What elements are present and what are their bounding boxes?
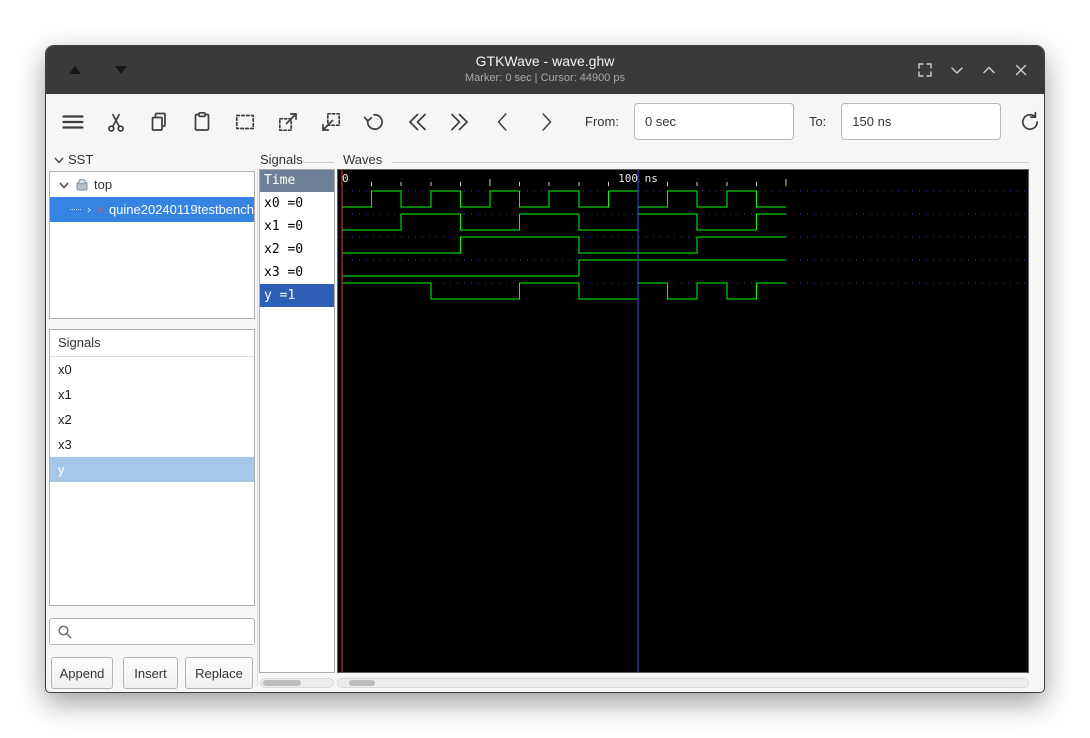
signal-picker-header: Signals — [50, 330, 254, 357]
copy-icon — [151, 112, 166, 131]
prev-edge-button[interactable] — [489, 108, 517, 136]
fit-icon — [918, 63, 932, 77]
replace-button[interactable]: Replace — [185, 657, 253, 689]
scrollbar-thumb[interactable] — [349, 680, 375, 686]
chevron-up-icon — [983, 66, 995, 74]
to-label: To: — [808, 114, 827, 129]
menu-button[interactable] — [59, 108, 87, 136]
signal-item-x0[interactable]: x0 — [50, 357, 254, 382]
chevron-down-icon — [951, 67, 963, 74]
search-input[interactable] — [78, 618, 254, 645]
tree-guide-line — [70, 209, 81, 210]
signal-item-x1[interactable]: x1 — [50, 382, 254, 407]
pane-divider — [257, 169, 258, 686]
close-button[interactable] — [1008, 57, 1034, 83]
wave-signal-row-x2[interactable]: x2 =0 — [260, 238, 334, 261]
cut-icon — [108, 113, 124, 132]
zoom-fit-icon — [235, 114, 255, 129]
paste-icon — [194, 111, 210, 131]
zoom-out-button[interactable] — [317, 108, 345, 136]
frame-edge — [392, 162, 1029, 163]
gear-icon — [97, 206, 104, 213]
expander-chevron-down-icon — [59, 182, 69, 189]
module-icon — [76, 178, 88, 190]
zoom-in-button[interactable] — [274, 108, 302, 136]
reload-button[interactable] — [1016, 108, 1044, 136]
wave-signal-row-x0[interactable]: x0 =0 — [260, 192, 334, 215]
signal-name-pane: Time x0 =0 x1 =0 x2 =0 x3 =0 y =1 — [259, 169, 335, 673]
gtkwave-window: GTKWave - wave.ghw Marker: 0 sec | Curso… — [45, 45, 1045, 693]
signals-pane-title: Signals — [260, 152, 303, 167]
signal-picker: Signals x0 x1 x2 x3 y — [49, 329, 255, 606]
zoom-out-icon — [322, 112, 341, 131]
cut-button[interactable] — [102, 108, 130, 136]
insert-button[interactable]: Insert — [123, 657, 178, 689]
wave-signal-row-x3[interactable]: x3 =0 — [260, 261, 334, 284]
paste-button[interactable] — [188, 108, 216, 136]
content-area: SST top quine20240119testbench Signals x… — [46, 149, 1044, 692]
go-last-button[interactable] — [446, 108, 474, 136]
signal-search — [49, 618, 255, 645]
tree-node-label: top — [94, 177, 113, 192]
reload-icon — [1022, 111, 1039, 130]
tree-node-label: quine20240119testbench — [108, 202, 254, 217]
signal-pane-scrollbar[interactable] — [260, 678, 334, 688]
undo-button[interactable] — [360, 108, 388, 136]
chevron-left-icon — [497, 112, 507, 131]
wave-pane-scrollbar[interactable] — [337, 678, 1029, 688]
maximize-button[interactable] — [976, 57, 1002, 83]
next-edge-button[interactable] — [532, 108, 560, 136]
wave-canvas[interactable]: 0 100 ns — [338, 170, 1028, 672]
close-icon — [1015, 64, 1027, 76]
to-input[interactable] — [841, 103, 1002, 140]
undo-icon — [363, 113, 383, 130]
sst-label: SST — [68, 152, 94, 167]
skip-to-end-icon — [451, 113, 468, 130]
copy-button[interactable] — [145, 108, 173, 136]
zoom-in-icon — [278, 112, 297, 131]
sst-tree: top quine20240119testbench — [49, 171, 255, 319]
time-header[interactable]: Time — [260, 170, 334, 192]
from-label: From: — [585, 114, 619, 129]
svg-text:0: 0 — [342, 172, 349, 185]
search-icon — [58, 624, 72, 639]
from-input[interactable] — [633, 103, 794, 140]
expander-chevron-right-icon — [87, 207, 91, 212]
skip-to-start-icon — [409, 113, 426, 130]
tree-node-testbench[interactable]: quine20240119testbench — [50, 197, 254, 222]
tree-node-top[interactable]: top — [50, 172, 254, 197]
go-first-button[interactable] — [403, 108, 431, 136]
window-title: GTKWave - wave.ghw — [475, 53, 615, 69]
hamburger-menu-icon — [62, 114, 84, 129]
waves-pane-title: Waves — [343, 152, 383, 167]
wave-signal-row-y[interactable]: y =1 — [260, 284, 334, 307]
toolbar: From: To: — [46, 94, 1044, 149]
marker-cursor-status: Marker: 0 sec | Cursor: 44900 ps — [465, 72, 625, 84]
desktop: { "window": { "title": "GTKWave - wave.g… — [0, 0, 1090, 738]
append-button[interactable]: Append — [51, 657, 113, 689]
frame-edge — [302, 162, 334, 163]
fit-window-button[interactable] — [912, 57, 938, 83]
minimize-button[interactable] — [944, 57, 970, 83]
chevron-down-icon — [54, 157, 64, 164]
signal-item-x3[interactable]: x3 — [50, 432, 254, 457]
wave-signal-row-x1[interactable]: x1 =0 — [260, 215, 334, 238]
titlebar: GTKWave - wave.ghw Marker: 0 sec | Curso… — [46, 46, 1044, 94]
chevron-right-icon — [542, 112, 552, 131]
zoom-fit-button[interactable] — [231, 108, 259, 136]
signal-item-y[interactable]: y — [50, 457, 254, 482]
signal-item-x2[interactable]: x2 — [50, 407, 254, 432]
scrollbar-thumb[interactable] — [263, 680, 301, 686]
wave-display: 0 100 ns — [337, 169, 1029, 673]
sst-expander[interactable]: SST — [53, 152, 93, 167]
